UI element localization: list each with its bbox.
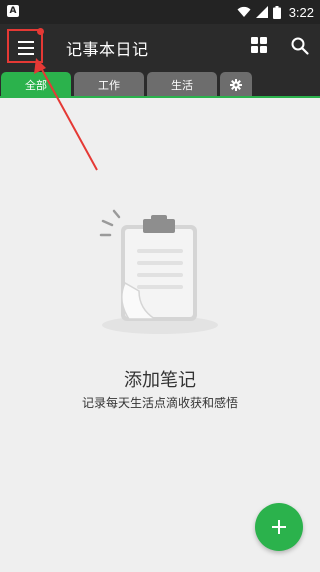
clipboard-icon [99, 209, 218, 334]
search-icon[interactable] [290, 36, 310, 56]
wifi-icon [237, 6, 251, 17]
status-bar: A 3:22 [0, 0, 320, 24]
app-title: 记事本日记 [66, 40, 149, 59]
grid-view-icon[interactable] [251, 37, 267, 53]
tab-life[interactable]: 生活 [147, 72, 217, 98]
empty-state-subtitle: 记录每天生活点滴收获和感悟 [81, 396, 238, 410]
tab-settings[interactable] [220, 72, 252, 98]
tab-all[interactable]: 全部 [1, 72, 71, 98]
signal-icon [255, 6, 268, 18]
battery-icon [272, 5, 281, 19]
notification-dot [37, 28, 44, 35]
tab-indicator-line [0, 96, 320, 98]
empty-state-title: 添加笔记 [124, 370, 196, 391]
status-icons: 3:22 [237, 0, 314, 24]
status-time: 3:22 [288, 4, 314, 20]
app-notification-icon: A [7, 5, 19, 17]
category-tabs: 全部 工作 生活 [0, 68, 320, 98]
add-note-button[interactable] [255, 503, 303, 551]
tab-work[interactable]: 工作 [74, 72, 144, 98]
app-bar: 记事本日记 [0, 24, 320, 68]
settings-gear-icon [230, 79, 242, 91]
